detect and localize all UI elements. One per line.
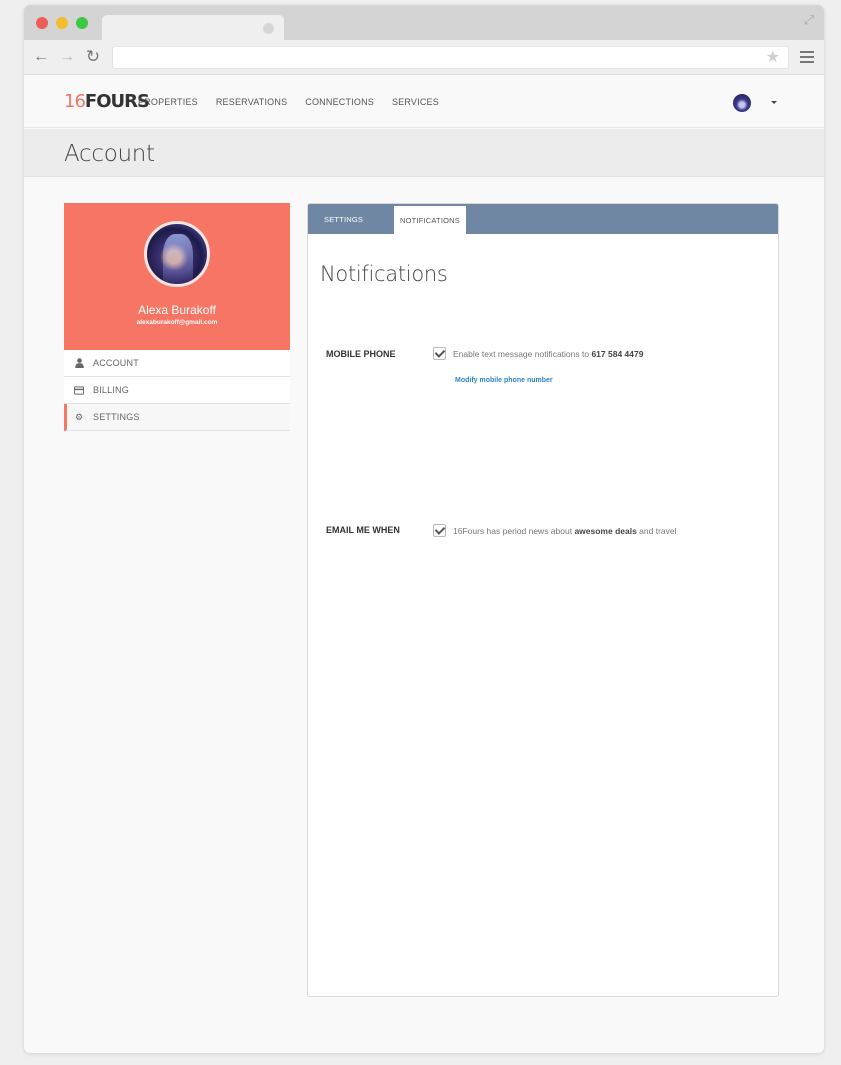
site-header: 16FOURS PROPERTIES RESERVATIONS CONNECTI…: [24, 75, 824, 128]
side-menu-item-account[interactable]: ACCOUNT: [64, 350, 290, 377]
side-menu-label: BILLING: [93, 385, 129, 395]
modify-phone-link[interactable]: Modify mobile phone number: [455, 377, 553, 384]
address-bar[interactable]: ★: [112, 46, 789, 69]
minimize-window-button[interactable]: [56, 17, 68, 29]
credit-card-icon: [74, 385, 84, 395]
close-window-button[interactable]: [36, 17, 48, 29]
user-avatar[interactable]: [733, 94, 751, 112]
browser-toolbar: ← → ↻ ★: [24, 40, 824, 75]
side-menu-item-settings[interactable]: ⚙ SETTINGS: [64, 404, 290, 431]
side-menu-label: SETTINGS: [93, 412, 140, 422]
profile-name: Alexa Burakoff: [138, 303, 216, 317]
nav-properties[interactable]: PROPERTIES: [138, 97, 198, 107]
top-navigation: PROPERTIES RESERVATIONS CONNECTIONS SERV…: [138, 97, 457, 107]
profile-email: alexaburakoff@gmail.com: [136, 319, 218, 326]
profile-photo: [144, 221, 210, 287]
gear-icon: ⚙: [74, 411, 84, 422]
mobile-notifications-checkbox[interactable]: [433, 347, 446, 360]
browser-tabstrip: ⤢: [24, 5, 824, 41]
panel-tabs: SETTINGS NOTIFICATIONS: [308, 204, 778, 234]
fullscreen-icon[interactable]: ⤢: [802, 13, 816, 27]
email-me-when-label: EMAIL ME WHEN: [326, 525, 400, 535]
maximize-window-button[interactable]: [76, 17, 88, 29]
reload-icon[interactable]: ↻: [84, 48, 102, 66]
user-icon: [74, 358, 84, 368]
caret-down-icon[interactable]: [771, 101, 777, 104]
forward-arrow-icon[interactable]: →: [58, 48, 76, 66]
browser-window: ⤢ ← → ↻ ★ 16FOURS PROPERTIES RESERVATION…: [24, 5, 824, 1053]
email-deals-checkbox[interactable]: [433, 524, 446, 537]
tab-settings[interactable]: SETTINGS: [308, 204, 392, 234]
side-menu-item-billing[interactable]: BILLING: [64, 377, 290, 404]
page-title: Account: [64, 141, 155, 167]
nav-reservations[interactable]: RESERVATIONS: [216, 97, 287, 107]
mobile-phone-label: MOBILE PHONE: [326, 349, 396, 359]
page-title-bar: Account: [24, 129, 824, 177]
nav-connections[interactable]: CONNECTIONS: [305, 97, 374, 107]
side-menu: ACCOUNT BILLING ⚙ SETTINGS: [64, 350, 290, 431]
settings-panel: SETTINGS NOTIFICATIONS Notifications MOB…: [307, 203, 779, 997]
nav-services[interactable]: SERVICES: [392, 97, 439, 107]
panel-heading: Notifications: [320, 262, 448, 286]
profile-card: Alexa Burakoff alexaburakoff@gmail.com: [64, 203, 290, 350]
logo[interactable]: 16FOURS: [64, 91, 150, 112]
side-menu-label: ACCOUNT: [93, 358, 139, 368]
mobile-notifications-text: Enable text message notifications to 617…: [453, 349, 644, 359]
back-arrow-icon[interactable]: ←: [32, 48, 50, 66]
email-deals-text: 16Fours has period news about awesome de…: [453, 526, 677, 536]
browser-tab[interactable]: [102, 15, 284, 41]
tab-notifications[interactable]: NOTIFICATIONS: [394, 204, 466, 234]
tab-close-icon[interactable]: [263, 23, 274, 34]
bookmark-star-icon[interactable]: ★: [766, 49, 780, 67]
browser-menu-icon[interactable]: [800, 51, 814, 63]
